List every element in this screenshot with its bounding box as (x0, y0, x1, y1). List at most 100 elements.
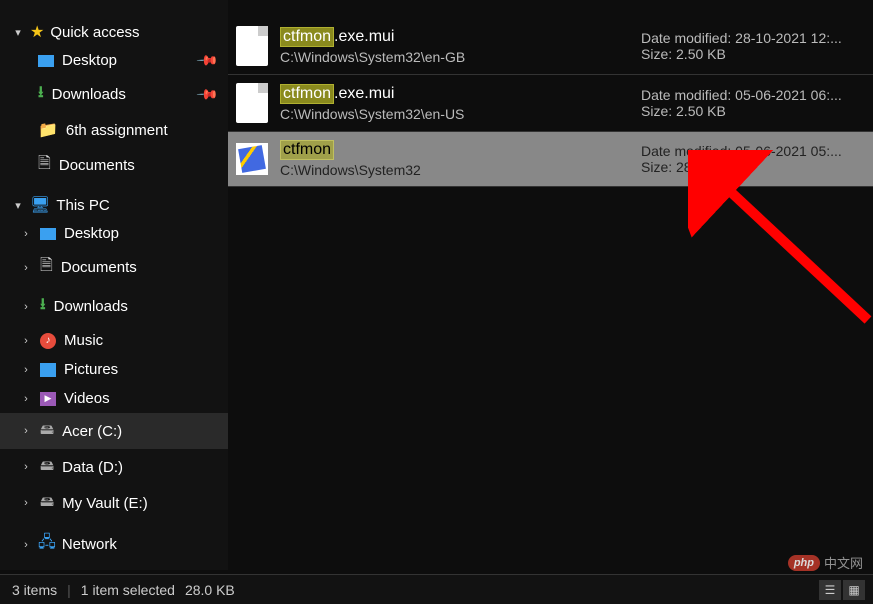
sidebar-item-pictures[interactable]: › Pictures (0, 355, 228, 384)
sidebar-item-desktop-pc[interactable]: › Desktop (0, 219, 228, 248)
document-icon: 🗎 (40, 254, 53, 281)
selected-count: 1 item selected (81, 582, 175, 598)
view-toggles: ☰ ▦ (819, 580, 865, 600)
sidebar-item-music[interactable]: › ♪ Music (0, 326, 228, 355)
size-value: 2.50 KB (676, 46, 726, 62)
result-path: C:\Windows\System32\en-GB (280, 49, 629, 65)
this-pc-label: This PC (56, 197, 109, 214)
result-meta: Date modified: 05-06-2021 05:... Size: 2… (641, 143, 861, 175)
watermark: php 中文网 (788, 553, 863, 572)
sidebar-item-drive-d[interactable]: › 🖴 Data (D:) (0, 449, 228, 485)
items-count: 3 items (12, 582, 57, 598)
sidebar-item-label: Data (D:) (62, 459, 123, 476)
sidebar-item-drive-c[interactable]: › 🖴 Acer (C:) (0, 413, 228, 449)
sidebar-item-label: Desktop (64, 225, 119, 242)
sidebar-item-label: Pictures (64, 361, 118, 378)
search-result-row[interactable]: ctfmon.exe.mui C:\Windows\System32\en-GB… (228, 18, 873, 75)
chevron-right-icon: › (20, 262, 32, 274)
sidebar-item-documents-pc[interactable]: › 🗎 Documents (0, 248, 228, 287)
sidebar-item-downloads[interactable]: ⭳ Downloads 📌 (0, 75, 228, 114)
search-result-row[interactable]: ctfmon.exe.mui C:\Windows\System32\en-US… (228, 75, 873, 132)
result-path: C:\Windows\System32\en-US (280, 106, 629, 122)
quick-access-group: ▾ ★ Quick access Desktop 📌 ⭳ Downloads 📌… (0, 18, 228, 185)
quick-access-header[interactable]: ▾ ★ Quick access (0, 18, 228, 46)
sidebar-item-desktop[interactable]: Desktop 📌 (0, 46, 228, 75)
search-highlight: ctfmon (280, 84, 334, 104)
size-label: Size: (641, 159, 672, 175)
php-badge: php (788, 555, 820, 571)
sidebar-item-label: Documents (59, 157, 135, 174)
sidebar-item-label: Documents (61, 259, 137, 276)
date-label: Date modified: (641, 143, 731, 159)
desktop-icon (40, 228, 56, 240)
chevron-right-icon: › (20, 335, 32, 347)
sidebar-item-label: Videos (64, 390, 110, 407)
sidebar-item-downloads-pc[interactable]: › ⭳ Downloads (0, 287, 228, 326)
date-value: 28-10-2021 12:... (735, 30, 842, 46)
drive-icon: 🖴 (40, 491, 54, 515)
folder-icon: 📁 (38, 120, 58, 140)
download-icon: ⭳ (40, 293, 46, 320)
result-meta: Date modified: 28-10-2021 12:... Size: 2… (641, 30, 861, 62)
sidebar-item-label: 6th assignment (66, 122, 168, 139)
drive-icon: 🖴 (40, 455, 54, 479)
document-icon: 🗎 (38, 152, 51, 179)
chevron-right-icon: › (20, 425, 32, 437)
search-highlight: ctfmon (280, 140, 334, 160)
filename-suffix: .exe.mui (334, 28, 394, 46)
download-icon: ⭳ (38, 81, 44, 108)
date-value: 05-06-2021 05:... (735, 143, 842, 159)
sidebar-item-videos[interactable]: › ▶ Videos (0, 384, 228, 413)
quick-access-label: Quick access (50, 24, 139, 41)
chevron-right-icon: › (20, 497, 32, 509)
sidebar-item-label: Desktop (62, 52, 117, 69)
size-label: Size: (641, 46, 672, 62)
network-icon: 🖧 (38, 531, 56, 558)
chevron-right-icon: › (20, 539, 32, 551)
pin-icon: 📌 (195, 48, 219, 72)
sidebar-item-label: My Vault (E:) (62, 495, 148, 512)
sidebar-item-drive-e[interactable]: › 🖴 My Vault (E:) (0, 485, 228, 521)
status-bar: 3 items | 1 item selected 28.0 KB ☰ ▦ (0, 574, 873, 604)
sidebar-item-label: Downloads (52, 86, 126, 103)
chevron-down-icon: ▾ (12, 26, 24, 39)
result-path: C:\Windows\System32 (280, 162, 629, 178)
chevron-right-icon: › (20, 364, 32, 376)
date-label: Date modified: (641, 30, 731, 46)
chevron-right-icon: › (20, 228, 32, 240)
this-pc-header[interactable]: ▾ 🖥 This PC (0, 191, 228, 219)
filename-suffix: .exe.mui (334, 85, 394, 103)
result-info: ctfmon.exe.mui C:\Windows\System32\en-US (280, 84, 629, 122)
search-highlight: ctfmon (280, 27, 334, 47)
this-pc-group: ▾ 🖥 This PC › Desktop › 🗎 Documents › ⭳ … (0, 191, 228, 521)
result-info: ctfmon.exe.mui C:\Windows\System32\en-GB (280, 27, 629, 65)
chevron-right-icon: › (20, 301, 32, 313)
size-label: Size: (641, 103, 672, 119)
file-icon (236, 26, 268, 66)
result-info: ctfmon C:\Windows\System32 (280, 140, 629, 178)
details-view-button[interactable]: ☰ (819, 580, 841, 600)
music-icon: ♪ (40, 333, 56, 349)
pin-icon: 📌 (195, 82, 219, 106)
chevron-right-icon: › (20, 461, 32, 473)
network-label: Network (62, 536, 117, 553)
star-icon: ★ (30, 22, 44, 42)
separator: | (67, 582, 71, 598)
sidebar-item-label: Downloads (54, 298, 128, 315)
size-value: 2.50 KB (676, 103, 726, 119)
icons-view-button[interactable]: ▦ (843, 580, 865, 600)
videos-icon: ▶ (40, 392, 56, 406)
desktop-icon (38, 55, 54, 67)
drive-icon: 🖴 (40, 419, 54, 443)
sidebar-item-documents[interactable]: 🗎 Documents (0, 146, 228, 185)
sidebar-item-6th-assignment[interactable]: 📁 6th assignment (0, 114, 228, 146)
chevron-right-icon: › (20, 393, 32, 405)
size-value: 28.0 KB (676, 159, 726, 175)
sidebar-item-label: Music (64, 332, 103, 349)
search-result-row[interactable]: ctfmon C:\Windows\System32 Date modified… (228, 132, 873, 187)
file-icon (236, 83, 268, 123)
network-header[interactable]: › 🖧 Network (0, 527, 228, 562)
pictures-icon (40, 363, 56, 377)
application-icon (236, 143, 268, 175)
watermark-text: 中文网 (824, 553, 863, 572)
